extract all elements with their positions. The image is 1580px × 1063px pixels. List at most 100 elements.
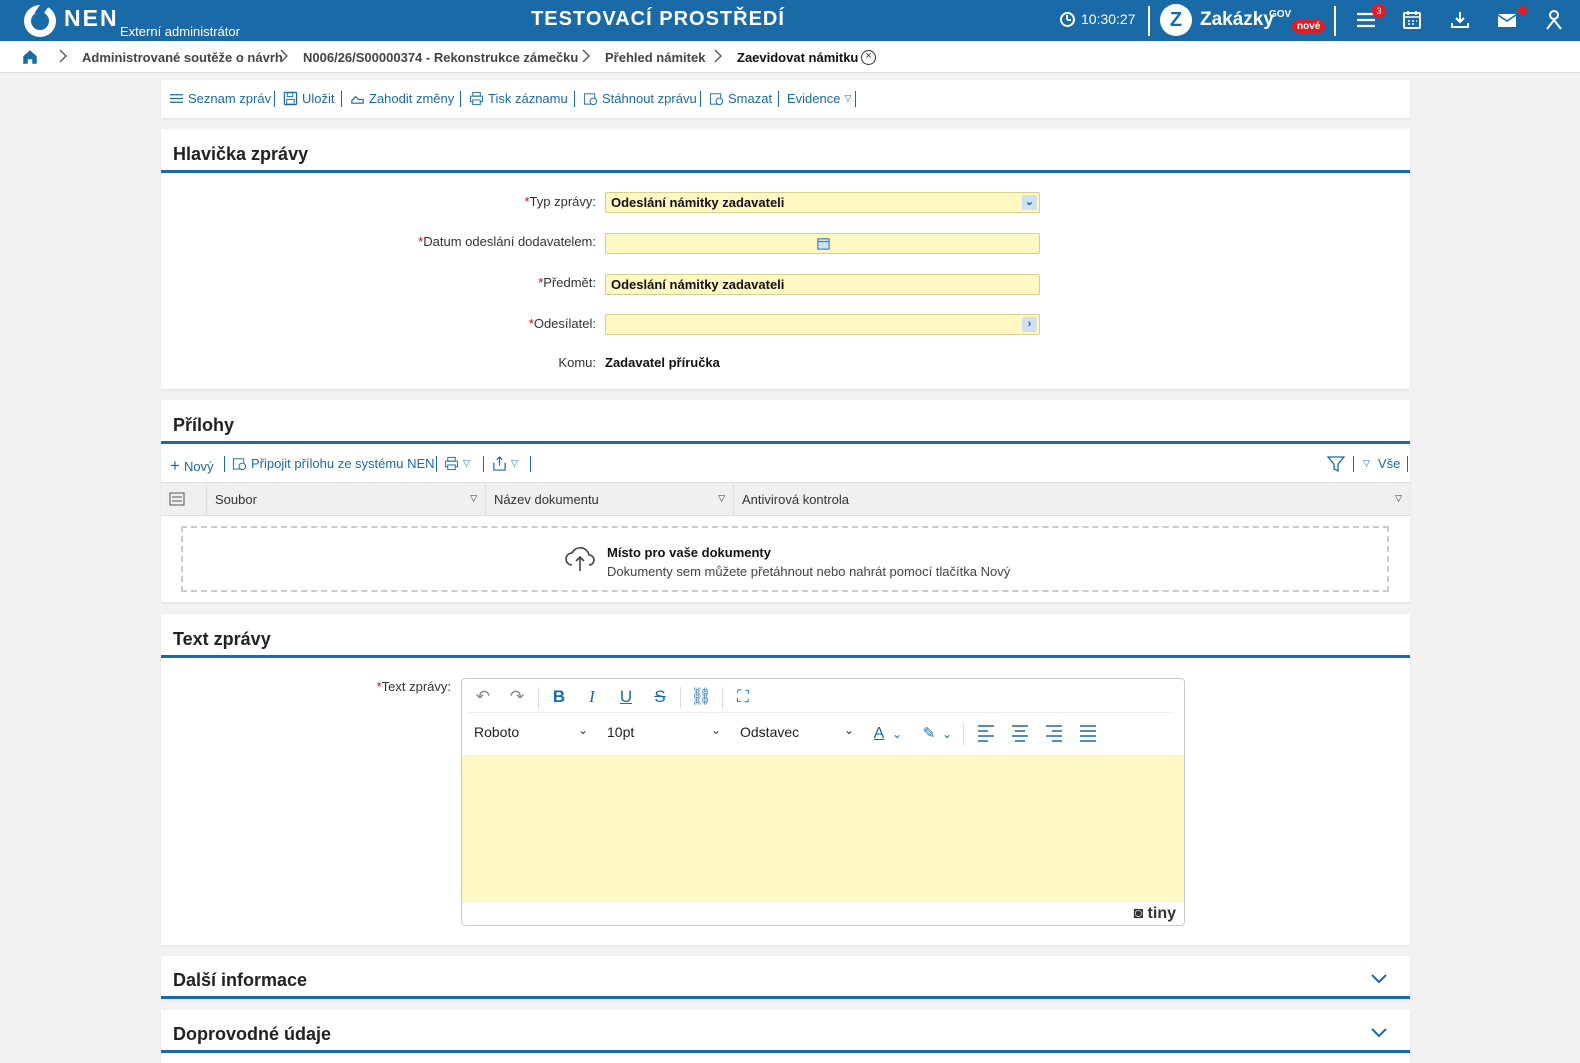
mail-icon[interactable]: [1495, 8, 1519, 32]
predmet-label: *Předmět:: [538, 275, 596, 290]
datum-field[interactable]: [605, 233, 1040, 254]
ulozit-button[interactable]: Uložit: [283, 91, 335, 106]
italic-icon[interactable]: I: [579, 684, 605, 710]
caret-down-icon: ▽: [511, 458, 518, 468]
message-text-area[interactable]: [462, 755, 1184, 901]
underline-icon[interactable]: U: [613, 684, 639, 710]
user-icon[interactable]: [1542, 8, 1566, 32]
align-center-icon[interactable]: [1010, 724, 1030, 742]
chevron-right-icon: [714, 49, 722, 63]
breadcrumb-item[interactable]: Administrované soutěže o návrh: [82, 50, 283, 65]
section-title: Další informace: [173, 970, 308, 990]
calendar-icon[interactable]: [1400, 8, 1424, 32]
evidence-dropdown[interactable]: Evidence ▽: [787, 91, 851, 106]
dropzone-hint: Dokumenty sem můžete přetáhnout nebo nah…: [607, 564, 1011, 579]
stahnout-zpravu-button[interactable]: Stáhnout zprávu: [583, 91, 697, 106]
dalsi-informace-section[interactable]: Další informace: [161, 956, 1410, 999]
chevron-down-icon: ⌄: [843, 723, 854, 737]
breadcrumb: Administrované soutěže o návrh N006/26/S…: [0, 41, 1580, 73]
new-attachment-button[interactable]: + Nový: [170, 456, 214, 476]
export-dropdown[interactable]: ▽: [492, 456, 518, 471]
chevron-down-icon[interactable]: [1370, 1024, 1388, 1042]
sort-filter-icon[interactable]: ▽: [470, 493, 477, 504]
chevron-down-icon[interactable]: ⌄: [1022, 195, 1037, 210]
sort-filter-icon[interactable]: ▽: [1395, 493, 1402, 504]
block-format-select[interactable]: Odstavec ⌄: [732, 719, 860, 747]
breadcrumb-current: Zaevidovat námitku: [737, 50, 859, 65]
column-header-soubor[interactable]: Soubor ▽: [207, 483, 486, 515]
align-left-icon[interactable]: [976, 724, 996, 742]
toolbar-label: Tisk záznamu: [488, 91, 568, 106]
attach-system-icon: [232, 458, 247, 471]
attachments-grid-header: Soubor ▽ Název dokumentu ▽ Antivirová kont…: [161, 482, 1410, 516]
nove-badge: nové: [1292, 20, 1326, 33]
chevron-down-icon: ⌄: [577, 723, 588, 737]
calendar-icon[interactable]: [816, 236, 831, 251]
text-section: Text zprávy *Text zprávy: ↶ ↷ B I U S ⛓ …: [161, 614, 1410, 945]
zakazky-link[interactable]: Zakázky: [1200, 9, 1274, 31]
chevron-right-icon: [582, 49, 590, 63]
section-title: Hlavička zprávy: [173, 144, 309, 164]
redo-icon[interactable]: ↷: [504, 684, 530, 710]
filter-icon[interactable]: [1327, 455, 1345, 473]
chevron-down-icon[interactable]: ⌄: [940, 721, 954, 747]
toolbar-label: Zahodit změny: [369, 91, 455, 106]
close-tab-icon[interactable]: ×: [861, 50, 876, 65]
doprovodne-udaje-section[interactable]: Doprovodné údaje: [161, 1010, 1410, 1063]
link-icon[interactable]: ⛓: [688, 684, 714, 710]
attachments-section: Přílohy + Nový Připojit přílohu ze systé…: [161, 400, 1410, 602]
attach-from-nen-button[interactable]: Připojit přílohu ze systému NEN: [232, 456, 435, 471]
download-icon[interactable]: [1448, 8, 1472, 32]
chevron-down-icon[interactable]: [1370, 970, 1388, 988]
breadcrumb-item[interactable]: N006/26/S00000374 - Rekonstrukce zámečku: [303, 50, 578, 65]
undo-icon[interactable]: ↶: [470, 684, 496, 710]
chevron-right-icon: [59, 49, 67, 63]
view-all-dropdown[interactable]: ▽ Vše: [1363, 456, 1400, 471]
export-icon: [493, 456, 506, 471]
column-header-nazev[interactable]: Název dokumentu ▽: [486, 483, 734, 515]
seznam-zprav-button[interactable]: Seznam zpráv: [169, 91, 271, 106]
komu-label: Komu:: [558, 355, 596, 370]
highlight-color-icon[interactable]: ✎: [916, 721, 942, 747]
unread-mail-dot: [1518, 6, 1527, 15]
toolbar-label: Stáhnout zprávu: [602, 91, 697, 106]
column-settings-icon[interactable]: [161, 483, 207, 515]
tisk-zaznamu-button[interactable]: Tisk záznamu: [469, 91, 568, 106]
rich-text-editor: ↶ ↷ B I U S ⛓ ⛶ Roboto ⌄ 10pt ⌄ Odstavec ⌄ …: [461, 678, 1185, 926]
align-right-icon[interactable]: [1044, 724, 1064, 742]
text-color-icon[interactable]: A: [866, 721, 892, 747]
top-bar: NEN Externí administrátor TESTOVACÍ PROS…: [0, 0, 1580, 41]
chevron-right-icon[interactable]: ›: [1022, 317, 1037, 332]
predmet-field[interactable]: Odeslání námitky zadavateli: [605, 274, 1040, 295]
tiny-logo: ◙ tiny: [1133, 905, 1176, 922]
gov-label: GOV: [1269, 9, 1292, 20]
font-family-select[interactable]: Roboto ⌄: [466, 719, 594, 747]
file-dropzone[interactable]: Místo pro vaše dokumenty Dokumenty sem m…: [181, 526, 1389, 592]
section-title: Doprovodné údaje: [173, 1024, 332, 1044]
home-icon[interactable]: [21, 48, 39, 66]
section-title: Přílohy: [173, 415, 235, 435]
download-message-icon: [583, 93, 598, 106]
print-dropdown[interactable]: ▽: [444, 456, 470, 471]
breadcrumb-item[interactable]: Přehled námitek: [605, 50, 705, 65]
section-title: Text zprávy: [173, 629, 271, 649]
align-justify-icon[interactable]: [1078, 724, 1098, 742]
strikethrough-icon[interactable]: S: [647, 684, 673, 710]
smazat-button[interactable]: Smazat: [709, 91, 772, 106]
chevron-down-icon[interactable]: ⌄: [890, 721, 904, 747]
zahodit-zmeny-button[interactable]: Zahodit změny: [350, 91, 454, 106]
column-header-antivir[interactable]: Antivirová kontrola ▽: [734, 483, 1410, 515]
editor-statusbar: ◙ tiny: [462, 901, 1184, 925]
fullscreen-icon[interactable]: ⛶: [730, 684, 756, 710]
zakazky-logo-icon[interactable]: Z: [1160, 4, 1192, 36]
typ-zpravy-select[interactable]: Odeslání námitky zadavateli ⌄: [605, 192, 1040, 213]
sort-filter-icon[interactable]: ▽: [718, 493, 725, 504]
komu-value: Zadavatel příručka: [605, 355, 720, 370]
divider: [1148, 6, 1150, 36]
typ-zpravy-label: *Typ zprávy:: [524, 194, 596, 209]
bold-icon[interactable]: B: [546, 684, 572, 710]
font-size-select[interactable]: 10pt ⌄: [599, 719, 727, 747]
odesilatel-field[interactable]: ›: [605, 314, 1040, 335]
header-section: Hlavička zprávy *Typ zprávy: Odeslání ná…: [161, 129, 1410, 389]
list-icon: [169, 94, 184, 103]
